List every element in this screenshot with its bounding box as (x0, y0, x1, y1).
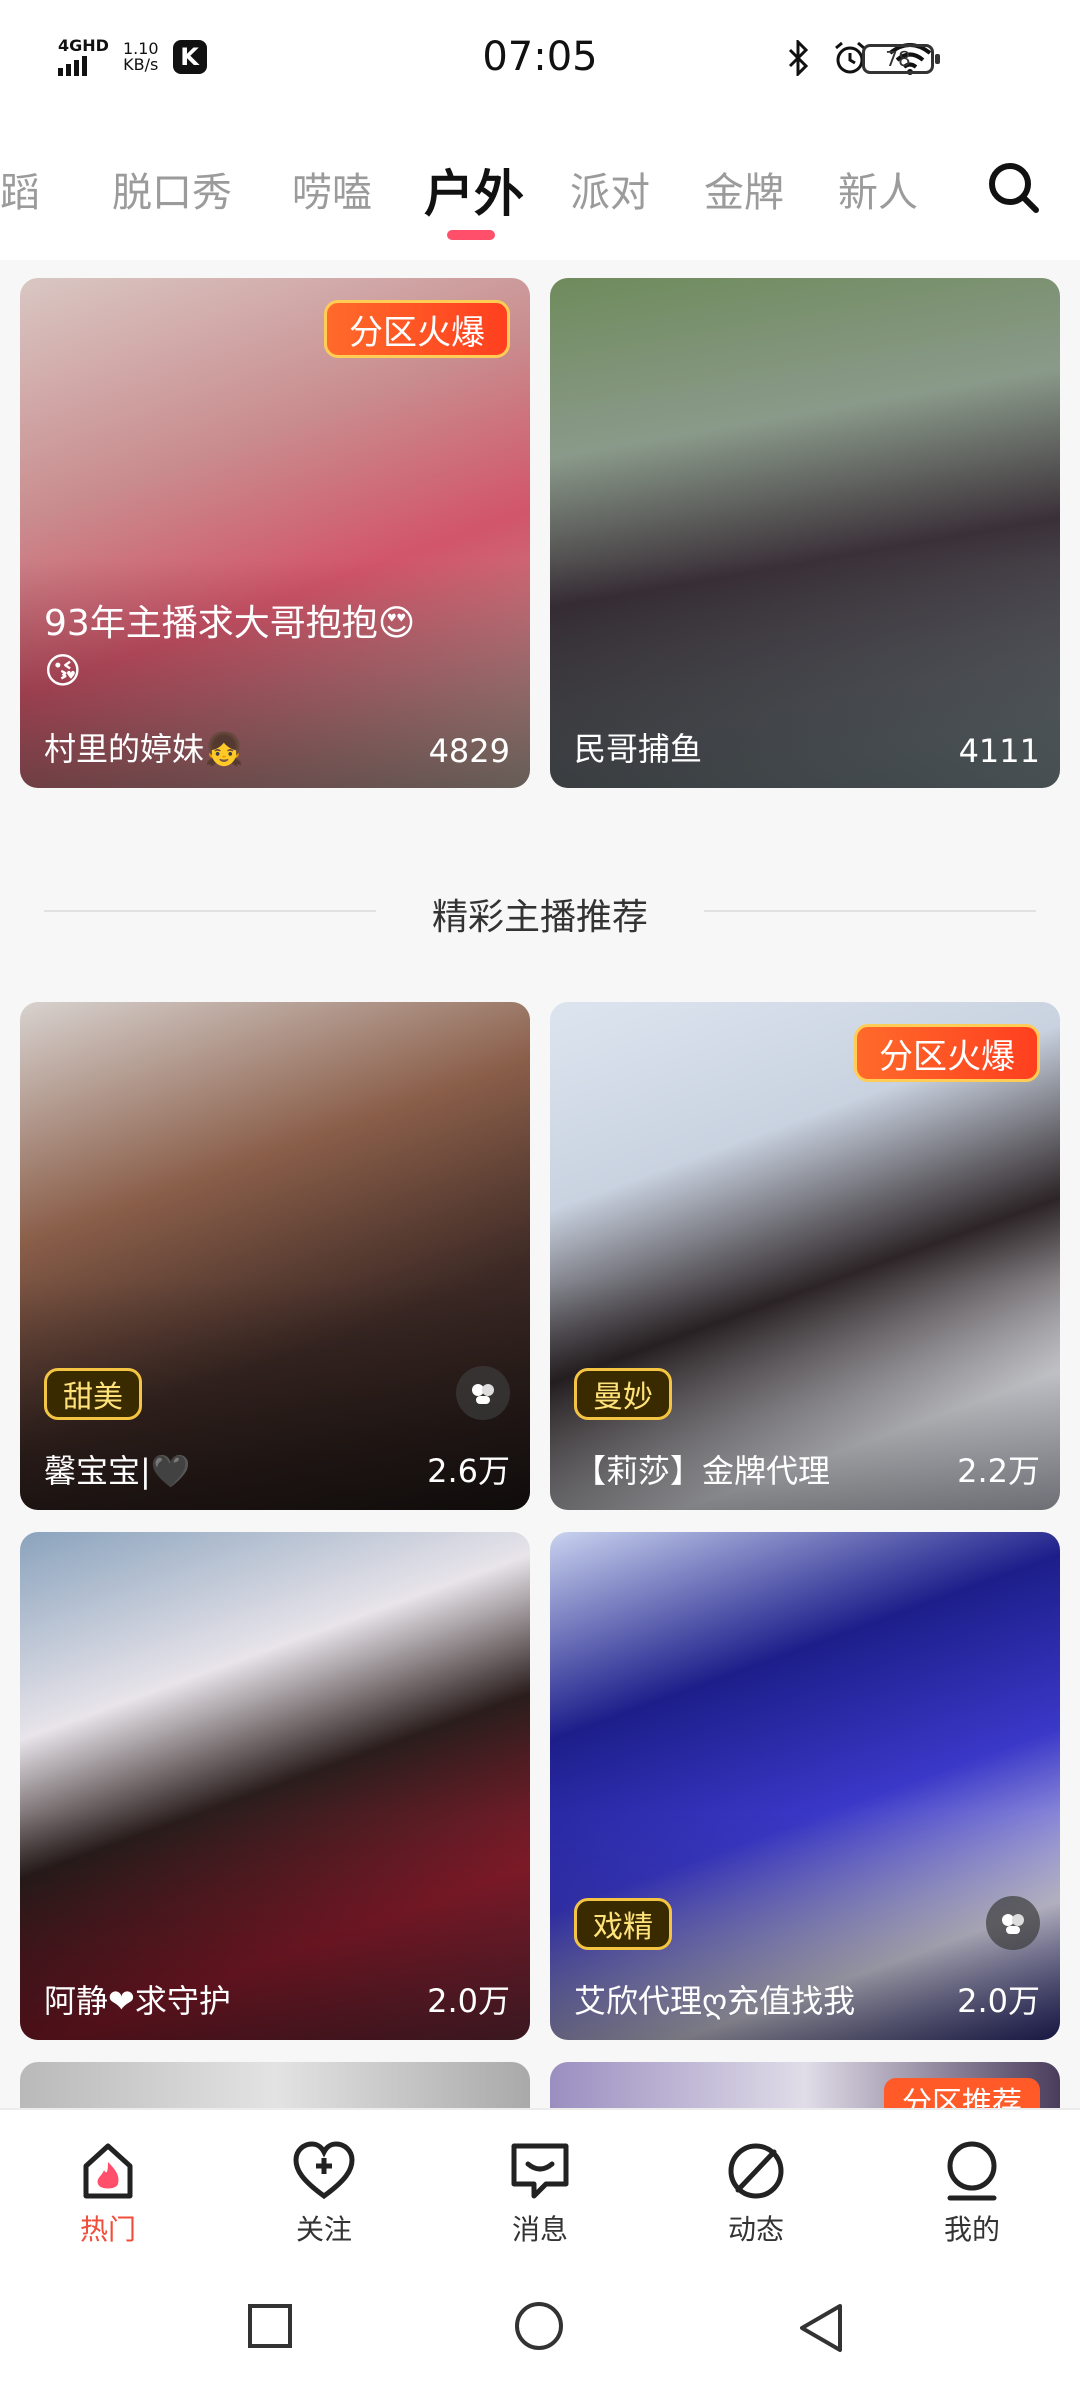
recommend-card[interactable]: 阿静❤求守护 2.0万 (20, 1532, 530, 2040)
nav-moments[interactable]: 动态 (696, 2140, 816, 2248)
follow-heart-icon (293, 2141, 355, 2200)
nav-label: 消息 (511, 2213, 568, 2246)
nav-message[interactable]: 消息 (480, 2140, 600, 2248)
recommend-card[interactable]: 戏精 艾欣代理ღ充值找我 2.0万 (550, 1532, 1060, 2040)
category-tag: 曼妙 (574, 1368, 672, 1420)
nav-label: 关注 (295, 2213, 352, 2246)
tab-chat[interactable]: 唠嗑 (292, 160, 372, 218)
divider-line-right (704, 910, 1036, 912)
bottom-navigation: 热门 关注 消息 动态 我的 (0, 2108, 1080, 2258)
search-icon[interactable] (984, 158, 1042, 216)
category-tag: 甜美 (44, 1368, 142, 1420)
bluetooth-icon (788, 40, 809, 76)
nav-label: 热门 (79, 2213, 136, 2246)
live-card[interactable]: 分区火爆 93年主播求大哥抱抱😍😘 村里的婷妹👧 4829 (20, 278, 530, 788)
viewer-count: 2.6万 (427, 1452, 510, 1490)
tab-party[interactable]: 派对 (570, 160, 650, 218)
category-tag: 戏精 (574, 1898, 672, 1950)
nav-profile[interactable]: 我的 (912, 2140, 1032, 2248)
battery-icon: 78 (862, 44, 940, 74)
profile-icon (947, 2141, 997, 2201)
nav-follow[interactable]: 关注 (264, 2140, 384, 2248)
voice-chat-icon (986, 1896, 1040, 1950)
moments-icon (728, 2143, 784, 2199)
tab-gold[interactable]: 金牌 (704, 160, 784, 218)
streamer-name: 艾欣代理ღ充值找我 (574, 1982, 856, 2020)
section-title: 精彩主播推荐 (431, 897, 648, 938)
system-navigation-bar (0, 2258, 1080, 2400)
category-tabs: 蹈 脱口秀 唠嗑 户外 派对 金牌 新人 (0, 120, 1080, 260)
viewer-count: 2.0万 (957, 1982, 1040, 2020)
streamer-name: 【莉莎】金牌代理 (574, 1452, 831, 1490)
nav-label: 我的 (943, 2213, 1000, 2246)
streamer-name: 馨宝宝|🖤 (44, 1452, 191, 1490)
viewer-count: 2.0万 (427, 1982, 510, 2020)
recommend-card[interactable]: 分区火爆 曼妙 【莉莎】金牌代理 2.2万 (550, 1002, 1060, 1510)
tab-talkshow[interactable]: 脱口秀 (112, 160, 232, 218)
active-tab-indicator (447, 230, 495, 240)
recommend-badge: 分区推荐 (884, 2078, 1040, 2108)
back-button-icon[interactable] (796, 2302, 844, 2356)
hot-badge: 分区火爆 (324, 300, 510, 358)
voice-chat-icon (456, 1366, 510, 1420)
streamer-name: 民哥捕鱼 (574, 730, 703, 768)
recommend-card[interactable]: 甜美 馨宝宝|🖤 2.6万 (20, 1002, 530, 1510)
tab-outdoor[interactable]: 户外 (424, 154, 524, 226)
section-divider: 精彩主播推荐 (44, 880, 1036, 940)
recommend-card-partial[interactable]: 分区推荐 (550, 2062, 1060, 2108)
tab-newcomer[interactable]: 新人 (838, 160, 918, 218)
viewer-count: 2.2万 (957, 1452, 1040, 1490)
live-card[interactable]: 民哥捕鱼 4111 (550, 278, 1060, 788)
nav-label: 动态 (727, 2213, 784, 2246)
hot-badge: 分区火爆 (854, 1024, 1040, 1082)
recents-button-icon[interactable] (246, 2302, 294, 2350)
battery-level: 78 (885, 47, 911, 71)
recommend-card-partial[interactable] (20, 2062, 530, 2108)
streamer-name: 阿静❤求守护 (44, 1982, 231, 2020)
streamer-name: 村里的婷妹👧 (44, 730, 244, 768)
status-bar: 4GHD 1.10 KB/s K 07:05 78 (0, 0, 1080, 120)
nav-hot[interactable]: 热门 (48, 2140, 168, 2248)
hot-home-icon (83, 2143, 133, 2199)
home-button-icon[interactable] (512, 2302, 566, 2356)
viewer-count: 4111 (958, 732, 1040, 770)
tab-dance[interactable]: 蹈 (0, 160, 40, 218)
card-headline: 93年主播求大哥抱抱😍😘 (44, 603, 416, 692)
viewer-count: 4829 (428, 732, 510, 770)
message-icon (511, 2143, 569, 2199)
